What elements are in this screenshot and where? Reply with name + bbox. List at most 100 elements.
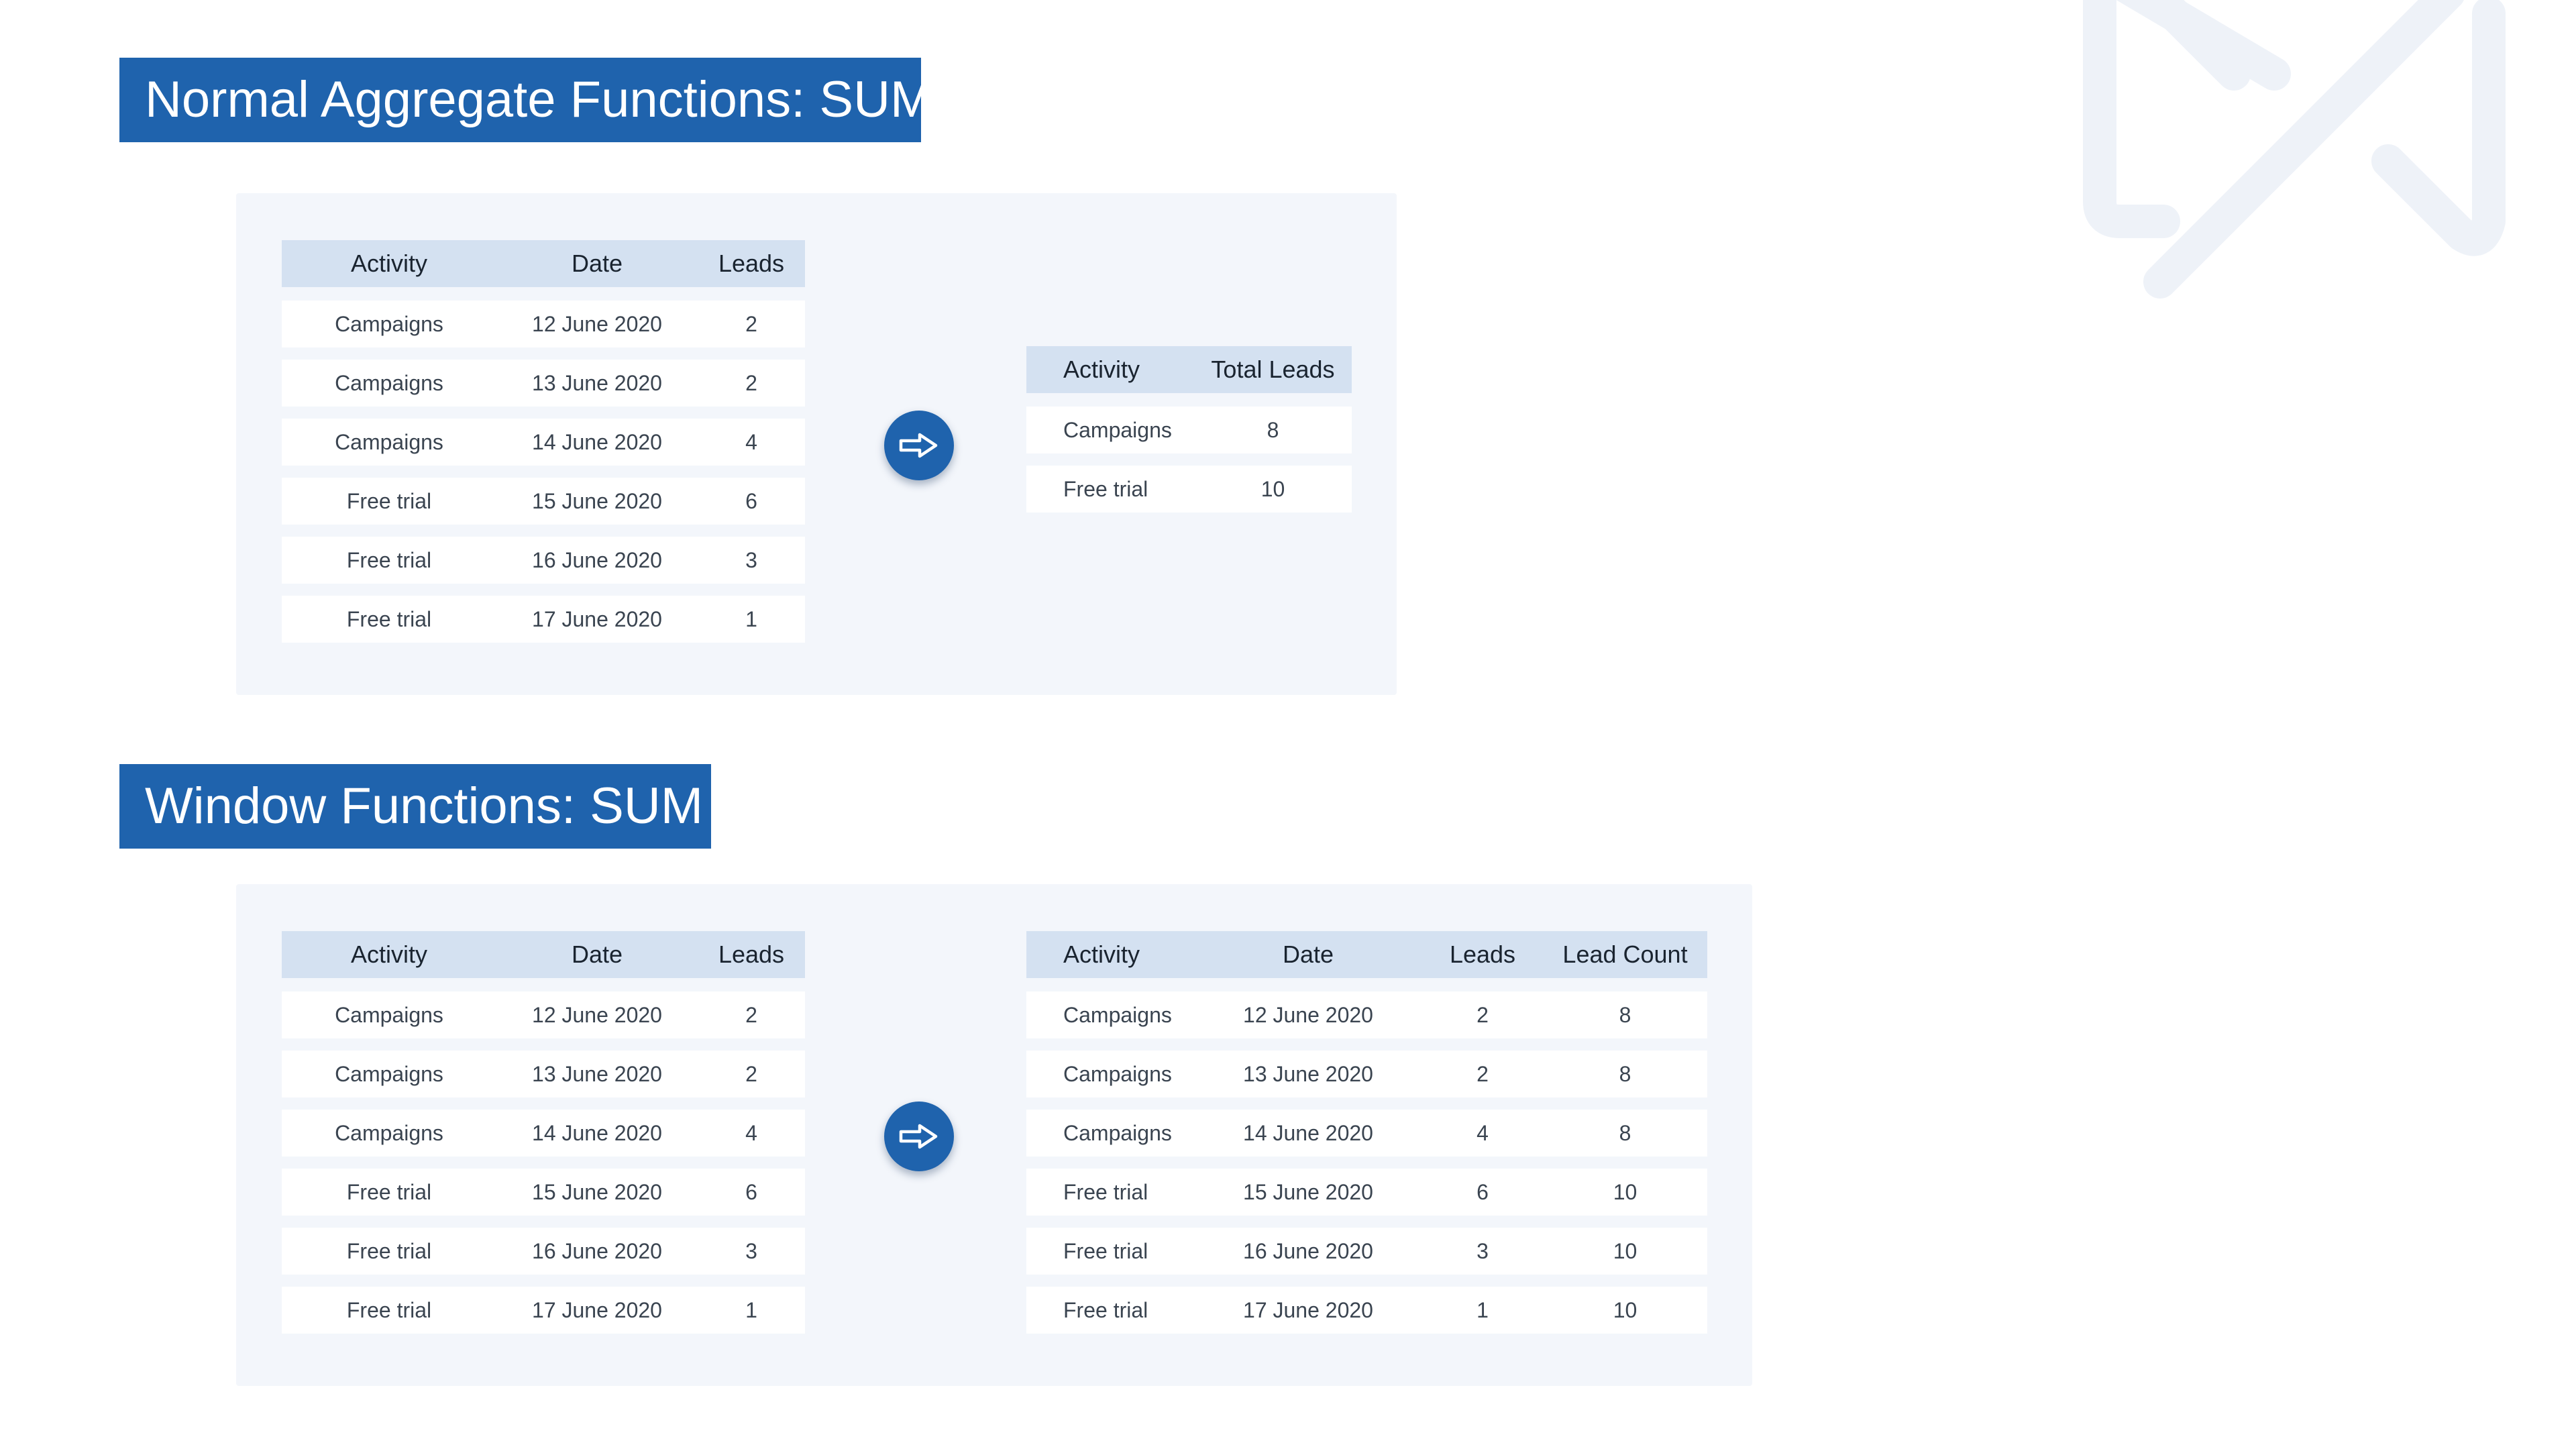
table-cell: 4 — [745, 1120, 757, 1145]
table-header: Activity Date Leads Lead Count — [1026, 931, 1707, 978]
table-cell: 17 June 2020 — [532, 1297, 662, 1322]
table-row: Campaigns 14 June 2020 4 — [282, 1110, 805, 1157]
table-cell: Campaigns — [335, 1061, 443, 1086]
table-cell: 8 — [1619, 1061, 1631, 1086]
arrow-button — [884, 411, 954, 480]
table-cell: 6 — [745, 488, 757, 513]
table-cell: Campaigns — [335, 1120, 443, 1145]
table-cell: Free trial — [346, 1179, 432, 1204]
table-cell: Campaigns — [1063, 1061, 1172, 1086]
table-cell: 2 — [745, 1002, 757, 1027]
table-cell: 10 — [1613, 1179, 1638, 1204]
table-cell: Campaigns — [335, 370, 443, 395]
table-cell: 8 — [1619, 1120, 1631, 1145]
table-cell: 13 June 2020 — [532, 370, 662, 395]
table-cell: Free trial — [346, 606, 432, 631]
table-cell: 1 — [1477, 1297, 1489, 1322]
aggregate-output-table: Activity Total Leads Campaigns 8 Free trial 1… — [1026, 346, 1352, 513]
table-cell: 10 — [1260, 476, 1285, 501]
table-cell: 12 June 2020 — [532, 1002, 662, 1027]
aggregate-example-panel: Activity Date Leads Campaigns 12 June 2020 2 C… — [236, 193, 1397, 695]
table-cell: 14 June 2020 — [532, 1120, 662, 1145]
table-cell: 15 June 2020 — [532, 1179, 662, 1204]
table-cell: Free trial — [346, 1238, 432, 1263]
table-cell: 8 — [1619, 1002, 1631, 1027]
table-row: Campaigns 13 June 2020 2 — [282, 360, 805, 407]
table-row: Campaigns 8 — [1026, 407, 1352, 453]
table-row: Free trial 16 June 2020 3 10 — [1026, 1228, 1707, 1275]
table-cell: 10 — [1613, 1238, 1638, 1263]
table-cell: Free trial — [1063, 1238, 1148, 1263]
table-cell: 17 June 2020 — [1243, 1297, 1373, 1322]
table-cell: Campaigns — [335, 1002, 443, 1027]
table-row: Campaigns 13 June 2020 2 — [282, 1051, 805, 1097]
table-row: Free trial 17 June 2020 1 — [282, 596, 805, 643]
table-cell: 2 — [1477, 1061, 1489, 1086]
table-cell: 3 — [745, 547, 757, 572]
column-header: Lead Count — [1562, 941, 1688, 968]
column-header: Activity — [350, 250, 427, 277]
window-output-table: Activity Date Leads Lead Count Campaigns 12 J… — [1026, 931, 1707, 1334]
table-row: Free trial 17 June 2020 1 — [282, 1287, 805, 1334]
table-cell: Campaigns — [335, 311, 443, 336]
table-cell: Free trial — [346, 488, 432, 513]
aggregate-input-table: Activity Date Leads Campaigns 12 June 2020 2 C… — [282, 240, 805, 643]
table-cell: 16 June 2020 — [532, 1238, 662, 1263]
column-header: Activity — [350, 941, 427, 968]
column-header: Activity — [1063, 356, 1140, 383]
table-row: Campaigns 13 June 2020 2 8 — [1026, 1051, 1707, 1097]
table-row: Free trial 16 June 2020 3 — [282, 1228, 805, 1275]
table-cell: 3 — [1477, 1238, 1489, 1263]
right-arrow-icon — [899, 1124, 938, 1149]
table-cell: 1 — [745, 1297, 757, 1322]
table-row: Free trial 15 June 2020 6 — [282, 1169, 805, 1216]
table-cell: Free trial — [346, 1297, 432, 1322]
table-cell: Campaigns — [335, 429, 443, 454]
table-cell: 14 June 2020 — [1243, 1120, 1373, 1145]
table-cell: Campaigns — [1063, 1002, 1172, 1027]
table-cell: Free trial — [346, 547, 432, 572]
column-header: Total Leads — [1211, 356, 1335, 383]
table-cell: 15 June 2020 — [532, 488, 662, 513]
table-header: Activity Total Leads — [1026, 346, 1352, 393]
table-cell: 6 — [745, 1179, 757, 1204]
table-cell: 16 June 2020 — [1243, 1238, 1373, 1263]
table-cell: 14 June 2020 — [532, 429, 662, 454]
table-cell: 2 — [1477, 1002, 1489, 1027]
table-row: Campaigns 12 June 2020 2 — [282, 991, 805, 1038]
table-cell: 17 June 2020 — [532, 606, 662, 631]
table-row: Free trial 15 June 2020 6 10 — [1026, 1169, 1707, 1216]
table-cell: 12 June 2020 — [532, 311, 662, 336]
column-header: Leads — [718, 250, 785, 277]
table-cell: Free trial — [1063, 1297, 1148, 1322]
table-cell: 4 — [745, 429, 757, 454]
brand-logo-icon — [2083, 0, 2506, 299]
table-cell: 2 — [745, 1061, 757, 1086]
table-cell: 13 June 2020 — [1243, 1061, 1373, 1086]
table-cell: 13 June 2020 — [532, 1061, 662, 1086]
table-cell: 1 — [745, 606, 757, 631]
column-header: Leads — [1449, 941, 1516, 968]
table-cell: Free trial — [1063, 476, 1148, 501]
table-row: Campaigns 12 June 2020 2 8 — [1026, 991, 1707, 1038]
window-input-table: Activity Date Leads Campaigns 12 June 2020 2 C… — [282, 931, 805, 1334]
column-header: Date — [1282, 941, 1334, 968]
table-row: Free trial 17 June 2020 1 10 — [1026, 1287, 1707, 1334]
table-cell: 2 — [745, 370, 757, 395]
table-row: Campaigns 12 June 2020 2 — [282, 301, 805, 347]
arrow-button — [884, 1102, 954, 1171]
table-cell: 2 — [745, 311, 757, 336]
table-cell: 12 June 2020 — [1243, 1002, 1373, 1027]
table-cell: Campaigns — [1063, 417, 1172, 442]
table-cell: 6 — [1477, 1179, 1489, 1204]
table-cell: 10 — [1613, 1297, 1638, 1322]
table-header: Activity Date Leads — [282, 240, 805, 287]
table-header: Activity Date Leads — [282, 931, 805, 978]
column-header: Date — [571, 250, 623, 277]
table-row: Campaigns 14 June 2020 4 — [282, 419, 805, 466]
section-title-aggregate: Normal Aggregate Functions: SUM — [119, 58, 932, 142]
table-cell: 16 June 2020 — [532, 547, 662, 572]
table-row: Free trial 15 June 2020 6 — [282, 478, 805, 525]
right-arrow-icon — [899, 433, 938, 458]
table-cell: 15 June 2020 — [1243, 1179, 1373, 1204]
